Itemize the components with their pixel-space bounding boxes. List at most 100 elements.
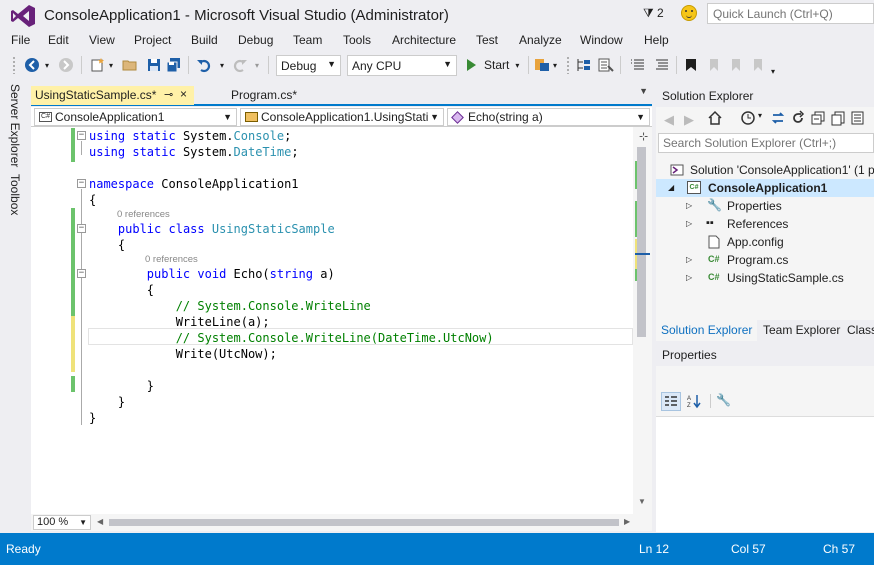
collapsed-arrow-icon[interactable]: ▷ <box>686 273 692 282</box>
navigate-forward-icon[interactable] <box>58 56 74 74</box>
home-icon[interactable] <box>707 110 723 129</box>
uncomment-lines-icon[interactable] <box>654 56 670 74</box>
menu-architecture[interactable]: Architecture <box>392 32 456 47</box>
code-line[interactable]: { <box>89 192 96 208</box>
code-line[interactable]: public class UsingStaticSample <box>89 221 335 237</box>
toolbox-tab[interactable]: Toolbox <box>8 174 22 215</box>
menu-view[interactable]: View <box>89 32 115 47</box>
code-line[interactable]: } <box>89 378 154 394</box>
menu-debug[interactable]: Debug <box>238 32 273 47</box>
new-dropdown-icon[interactable]: ▾ <box>107 56 115 74</box>
find-in-files-icon[interactable] <box>534 56 550 74</box>
class-reference-codelens[interactable]: 0 references <box>117 209 170 220</box>
code-line[interactable]: // System.Console.WriteLine(DateTime.Utc… <box>89 330 494 346</box>
menu-test[interactable]: Test <box>476 32 498 47</box>
menu-edit[interactable]: Edit <box>48 32 69 47</box>
code-line[interactable]: { <box>89 237 125 253</box>
vertical-scroll-thumb[interactable] <box>637 147 646 337</box>
save-all-icon[interactable] <box>166 56 182 74</box>
solution-configuration-dropdown[interactable]: Debug ▼ <box>276 55 341 76</box>
code-line[interactable]: namespace ConsoleApplication1 <box>89 176 299 192</box>
collapse-icon[interactable]: − <box>77 131 86 140</box>
collapse-icon[interactable]: − <box>77 269 86 278</box>
solution-platform-dropdown[interactable]: Any CPU ▼ <box>347 55 457 76</box>
alphabetical-sort-icon[interactable]: AZ <box>686 393 702 412</box>
tab-team-explorer[interactable]: Team Explorer <box>758 320 845 341</box>
scroll-right-icon[interactable]: ▶ <box>624 517 630 526</box>
method-reference-codelens[interactable]: 0 references <box>145 254 198 265</box>
tree-item-program-cs[interactable]: ▷ C# Program.cs <box>656 251 874 269</box>
code-line[interactable]: } <box>89 394 125 410</box>
start-debugging-button[interactable]: Start ▾ <box>464 56 524 74</box>
code-editor[interactable]: − − − − using static System.Console; usin… <box>31 127 652 514</box>
tab-solution-explorer[interactable]: Solution Explorer <box>656 320 758 341</box>
menu-help[interactable]: Help <box>644 32 669 47</box>
tree-item-app-config[interactable]: App.config <box>656 233 874 251</box>
categorized-view-icon[interactable] <box>661 392 681 411</box>
zoom-dropdown[interactable]: 100 % ▼ <box>33 515 91 530</box>
find-dropdown-icon[interactable]: ▾ <box>551 56 559 74</box>
chevron-down-icon[interactable]: ▾ <box>758 111 762 120</box>
redo-icon[interactable] <box>232 56 248 74</box>
undo-dropdown-icon[interactable]: ▾ <box>218 56 226 74</box>
server-explorer-tab[interactable]: Server Explorer <box>8 84 22 167</box>
quick-launch-input[interactable] <box>707 3 874 24</box>
code-line[interactable]: } <box>89 410 96 426</box>
code-line[interactable]: // System.Console.WriteLine <box>89 298 371 314</box>
undo-icon[interactable] <box>196 56 212 74</box>
tree-item-project[interactable]: ◢ C# ConsoleApplication1 <box>656 179 874 197</box>
collapse-icon[interactable]: − <box>77 179 86 188</box>
solution-explorer-search-input[interactable] <box>658 133 874 153</box>
code-line[interactable]: { <box>89 282 154 298</box>
toolbar-overflow-icon[interactable]: ▾ <box>769 62 777 80</box>
pin-icon[interactable]: ⊸ <box>164 88 173 101</box>
redo-dropdown-icon[interactable]: ▾ <box>253 56 261 74</box>
save-icon[interactable] <box>146 56 162 74</box>
pending-changes-filter-icon[interactable] <box>740 110 756 129</box>
code-line[interactable]: public void Echo(string a) <box>89 266 335 282</box>
back-icon[interactable]: ◀ <box>664 112 674 128</box>
code-line[interactable]: WriteLine(a); <box>89 314 270 330</box>
tree-item-solution[interactable]: Solution 'ConsoleApplication1' (1 p <box>668 161 874 179</box>
notification-flag-icon[interactable]: ⧩ <box>643 6 654 21</box>
comment-lines-icon[interactable] <box>630 56 646 74</box>
menu-window[interactable]: Window <box>580 32 623 47</box>
scroll-left-icon[interactable]: ◀ <box>97 517 103 526</box>
tree-item-references[interactable]: ▷ ▪▪ References <box>656 215 874 233</box>
project-dropdown[interactable]: C# ConsoleApplication1 ▼ <box>34 108 237 126</box>
toolbar-grip[interactable] <box>566 56 570 74</box>
show-all-files-icon[interactable] <box>830 110 846 129</box>
horizontal-scroll-thumb[interactable] <box>109 519 619 526</box>
sync-with-document-icon[interactable] <box>770 110 786 129</box>
menu-team[interactable]: Team <box>293 32 322 47</box>
menu-build[interactable]: Build <box>191 32 218 47</box>
notification-count[interactable]: 2 <box>657 6 664 20</box>
split-window-icon[interactable]: ⊹ <box>639 130 648 143</box>
close-icon[interactable]: × <box>180 87 187 101</box>
tree-item-properties[interactable]: ▷ 🔧 Properties <box>656 197 874 215</box>
collapsed-arrow-icon[interactable]: ▷ <box>686 219 692 228</box>
bookmark-icon[interactable] <box>684 56 698 74</box>
collapse-all-icon[interactable] <box>810 110 826 129</box>
menu-project[interactable]: Project <box>134 32 171 47</box>
new-project-icon[interactable] <box>90 56 106 74</box>
previous-bookmark-icon[interactable] <box>706 56 722 74</box>
expanded-arrow-icon[interactable]: ◢ <box>668 183 674 192</box>
back-dropdown-icon[interactable]: ▾ <box>42 56 52 74</box>
code-line[interactable]: Write(UtcNow); <box>89 346 277 362</box>
code-line[interactable]: using static System.DateTime; <box>89 144 299 160</box>
code-line[interactable]: using static System.Console; <box>89 128 291 144</box>
type-dropdown[interactable]: ConsoleApplication1.UsingStati ▼ <box>240 108 444 126</box>
menu-analyze[interactable]: Analyze <box>519 32 562 47</box>
property-pages-wrench-icon[interactable]: 🔧 <box>716 393 731 407</box>
properties-window-icon[interactable] <box>598 56 614 74</box>
member-dropdown[interactable]: Echo(string a) ▼ <box>447 108 650 126</box>
tab-class-view[interactable]: Class <box>842 320 874 341</box>
vertical-scrollbar[interactable]: ⊹ ▼ <box>633 127 652 514</box>
clear-bookmarks-icon[interactable] <box>750 56 766 74</box>
open-folder-icon[interactable] <box>122 56 138 74</box>
tab-program[interactable]: Program.cs* <box>227 86 301 105</box>
next-bookmark-icon[interactable] <box>728 56 744 74</box>
refresh-icon[interactable] <box>790 110 806 129</box>
toolbar-grip[interactable] <box>12 56 16 74</box>
